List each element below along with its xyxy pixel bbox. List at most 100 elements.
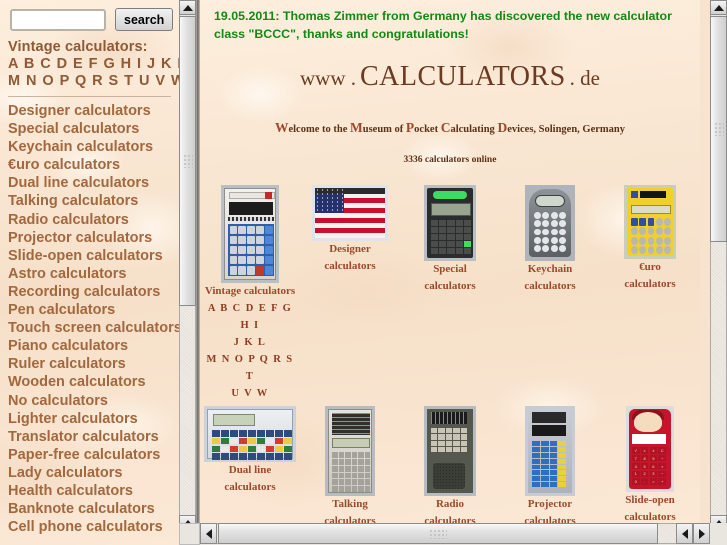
category-caption[interactable]: Radio	[402, 496, 498, 513]
sidebar-item-designer-calculators[interactable]: Designer calculators	[0, 102, 179, 120]
calculator-thumbnail-vintage[interactable]	[202, 185, 298, 283]
sidebar-item-special-calculators[interactable]: Special calculators	[0, 120, 179, 138]
sidebar-item-translator-calculators[interactable]: Translator calculators	[0, 428, 179, 446]
category-cell-vintage-calculators[interactable]: Vintage calculators A B C D E F G H IJ K …	[200, 185, 300, 402]
category-caption[interactable]: €uro	[602, 259, 698, 276]
category-caption[interactable]: calculators	[302, 513, 398, 523]
subtitle-capital: D	[497, 120, 508, 135]
calculator-thumbnail-euro[interactable]	[602, 185, 698, 259]
category-caption[interactable]: Designer	[302, 241, 398, 258]
sidebar-item-keychain-calculators[interactable]: Keychain calculators	[0, 138, 179, 156]
sidebar-item-radio-calculators[interactable]: Radio calculators	[0, 211, 179, 229]
sidebar-item-piano-calculators[interactable]: Piano calculators	[0, 337, 179, 355]
sidebar-item-recording-calculators[interactable]: Recording calculators	[0, 283, 179, 301]
sidebar-item-projector-calculators[interactable]: Projector calculators	[0, 229, 179, 247]
sidebar-heading: Vintage calculators:	[8, 39, 148, 55]
calculator-thumbnail-projector[interactable]	[502, 406, 598, 496]
category-caption[interactable]: calculators	[402, 278, 498, 295]
chevron-up-icon	[713, 4, 724, 11]
category-caption[interactable]: Talking	[302, 496, 398, 513]
page-scroll-up-top-button[interactable]	[710, 0, 727, 15]
title-suffix: . de	[569, 66, 600, 90]
sidebar-item-health-calculators[interactable]: Health calculators	[0, 482, 179, 500]
hscroll-thumb[interactable]	[218, 523, 658, 544]
page-scroll-thumb[interactable]	[710, 16, 727, 242]
sidebar-vertical-scrollbar[interactable]	[179, 0, 196, 545]
category-alphabet-line[interactable]: J K L	[202, 334, 298, 351]
sidebar-category-list: Designer calculators Special calculators K…	[0, 102, 179, 536]
category-caption[interactable]: Keychain	[502, 261, 598, 278]
sidebar-item-dual-line-calculators[interactable]: Dual line calculators	[0, 174, 179, 192]
sidebar-item-banknote-calculators[interactable]: Banknote calculators	[0, 500, 179, 518]
hscroll-right-button[interactable]	[693, 523, 710, 544]
category-alphabet-line[interactable]: U V W	[202, 385, 298, 402]
sidebar-item-astro-calculators[interactable]: Astro calculators	[0, 265, 179, 283]
sidebar-item-wooden-calculators[interactable]: Wooden calculators	[0, 373, 179, 391]
sidebar-item-uro-calculators[interactable]: €uro calculators	[0, 156, 179, 174]
subtitle-text: elcome to the	[288, 124, 350, 135]
category-cell-dual-line-calculators[interactable]: Dual line calculators	[200, 406, 300, 523]
main-content: 19.05.2011: Thomas Zimmer from Germany h…	[200, 0, 700, 523]
category-cell-special-calculators[interactable]: Special calculators	[400, 185, 500, 402]
page-horizontal-scrollbar[interactable]	[200, 523, 710, 545]
category-cell-keychain-calculators[interactable]: Keychain calculators	[500, 185, 600, 402]
search-input[interactable]	[10, 8, 106, 31]
sidebar-item-paper-free-calculators[interactable]: Paper-free calculators	[0, 446, 179, 464]
category-caption[interactable]: Dual line	[202, 462, 298, 479]
scroll-grip-icon	[713, 122, 724, 136]
category-caption[interactable]: calculators	[502, 513, 598, 523]
category-caption[interactable]: calculators	[602, 276, 698, 293]
search-button[interactable]: search	[115, 8, 174, 31]
chevron-up-icon	[182, 4, 193, 11]
calculator-thumbnail-dual[interactable]	[202, 406, 298, 462]
category-caption[interactable]: calculators	[602, 509, 698, 523]
announcement-banner: 19.05.2011: Thomas Zimmer from Germany h…	[214, 9, 672, 41]
sidebar-item-slide-open-calculators[interactable]: Slide-open calculators	[0, 247, 179, 265]
category-caption[interactable]: Special	[402, 261, 498, 278]
category-grid: Vintage calculators A B C D E F G H IJ K …	[200, 185, 700, 523]
sidebar-scroll-up-top-button[interactable]	[179, 0, 196, 15]
sidebar-alphabet-line-2[interactable]: M N O P Q R S T U V W	[0, 72, 179, 89]
category-caption[interactable]: Slide-open	[602, 492, 698, 509]
category-caption[interactable]: calculators	[502, 278, 598, 295]
sidebar-item-lady-calculators[interactable]: Lady calculators	[0, 464, 179, 482]
subtitle-capital: M	[350, 120, 363, 135]
scrollbar-corner	[179, 523, 200, 545]
category-cell-uro-calculators[interactable]: €uro calculators	[600, 185, 700, 402]
sidebar-item-pen-calculators[interactable]: Pen calculators	[0, 301, 179, 319]
category-cell-projector-calculators[interactable]: Projector calculators	[500, 406, 600, 523]
calculator-thumbnail-slide[interactable]: √ × ± C 7 8 9 ÷ 4 5 6 × 1 2 3−0. = +	[602, 406, 698, 492]
category-cell-talking-calculators[interactable]: Talking calculators	[300, 406, 400, 523]
category-caption[interactable]: calculators	[202, 479, 298, 496]
category-alphabet-line[interactable]: A B C D E F G H I	[202, 300, 298, 334]
category-cell-designer-calculators[interactable]: Designer calculators	[300, 185, 400, 402]
site-subtitle: Welcome to the Museum of Pocket Calculat…	[200, 119, 700, 136]
category-alphabet-line[interactable]: M N O P Q R S T	[202, 351, 298, 385]
sidebar-item-lighter-calculators[interactable]: Lighter calculators	[0, 410, 179, 428]
category-cell-radio-calculators[interactable]: Radio calculators	[400, 406, 500, 523]
category-cell-slide-open-calculators[interactable]: √ × ± C 7 8 9 ÷ 4 5 6 × 1 2 3−0. = + Slide-open calculator…	[600, 406, 700, 523]
category-caption[interactable]: calculators	[402, 513, 498, 523]
category-caption[interactable]: Vintage calculators	[202, 283, 298, 300]
calculator-thumbnail-keychain[interactable]	[502, 185, 598, 261]
sidebar-item-talking-calculators[interactable]: Talking calculators	[0, 192, 179, 210]
calculator-thumbnail-radio[interactable]	[402, 406, 498, 496]
sidebar-item-cell-phone-calculators[interactable]: Cell phone calculators	[0, 518, 179, 536]
calculator-thumbnail-special[interactable]	[402, 185, 498, 261]
subtitle-capital: P	[405, 120, 415, 135]
page-title: www . CALCULATORS . de	[200, 61, 700, 93]
hscroll-left-button[interactable]	[676, 523, 693, 544]
calculator-thumbnail-talking[interactable]	[302, 406, 398, 496]
sidebar-item-touch-screen-calculators[interactable]: Touch screen calculators	[0, 319, 179, 337]
calculator-thumbnail-flag[interactable]	[302, 185, 398, 241]
sidebar-item-ruler-calculators[interactable]: Ruler calculators	[0, 355, 179, 373]
sidebar-alphabet-line-1[interactable]: A B C D E F G H I J K L	[0, 55, 179, 72]
hscroll-left-edge-button[interactable]	[200, 523, 217, 544]
category-caption[interactable]: Projector	[502, 496, 598, 513]
sidebar-scroll-thumb[interactable]	[179, 16, 196, 306]
sidebar-item-no-calculators[interactable]: No calculators	[0, 392, 179, 410]
page-vertical-scrollbar[interactable]	[710, 0, 727, 545]
category-caption[interactable]: calculators	[302, 258, 398, 275]
search-row: search	[0, 0, 179, 37]
scrollbar-corner-right	[710, 523, 727, 545]
